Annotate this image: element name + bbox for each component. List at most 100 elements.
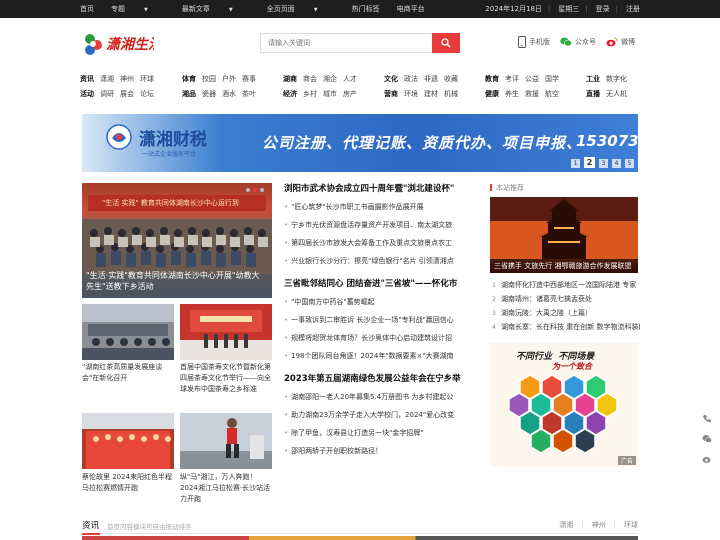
- register-link[interactable]: 注册: [626, 4, 640, 14]
- news-item-link[interactable]: 宁乡市光伏资源盘活存量资产开发项目、南太湖文旅: [284, 216, 474, 234]
- recommend-item[interactable]: 3 湖南沅陵：大禹之陵（上篇）: [490, 306, 640, 320]
- section-tab[interactable]: 潇湘: [559, 520, 573, 530]
- category-link[interactable]: 建材: [424, 89, 438, 99]
- search-button[interactable]: [432, 33, 460, 53]
- top-nav-all-pages[interactable]: 全页页面 ▼: [267, 4, 335, 14]
- banner-page-button[interactable]: 4: [612, 159, 621, 168]
- thumb-image-marathon-xiangjiang[interactable]: [180, 413, 272, 469]
- site-logo[interactable]: 潇湘生活: [82, 30, 164, 58]
- slider-caption[interactable]: "生活·实践"教育共同体湖南长沙中心开展"幼教大先生"送教下乡活动: [86, 270, 266, 292]
- category-heading[interactable]: 教育: [485, 74, 499, 84]
- category-link[interactable]: 人才: [343, 74, 357, 84]
- category-link[interactable]: 湘企: [323, 74, 337, 84]
- top-nav-latest[interactable]: 最新文章 ▼: [182, 4, 250, 14]
- banner-ad[interactable]: 潇湘财税 一站式企业服务平台 公司注册、代理记账、资质代办、项目申报、法务咨询一…: [82, 114, 638, 172]
- category-link[interactable]: 机械: [444, 89, 458, 99]
- category-link[interactable]: 政法: [404, 74, 418, 84]
- thumb-image-tea-festival[interactable]: [180, 304, 272, 360]
- category-heading[interactable]: 体育: [182, 74, 196, 84]
- top-nav-ecommerce[interactable]: 电商平台: [397, 4, 425, 14]
- category-heading[interactable]: 经济: [283, 89, 297, 99]
- category-link[interactable]: 环球: [140, 74, 154, 84]
- category-link[interactable]: 环境: [404, 89, 418, 99]
- thumb-caption[interactable]: 纵"马"湘江，万人奔跑！2024湘江马拉松赛·长沙站活力开跑: [180, 472, 274, 505]
- thumb-caption[interactable]: 蔡伦故里 2024耒阳红色半程马拉松赛燃情开跑: [82, 472, 176, 494]
- category-link[interactable]: 公益: [525, 74, 539, 84]
- category-link[interactable]: 救援: [525, 89, 539, 99]
- category-heading[interactable]: 健康: [485, 89, 499, 99]
- category-heading[interactable]: 湖商: [283, 74, 297, 84]
- mobile-version-link[interactable]: 手机版: [518, 36, 550, 48]
- side-ad[interactable]: 不同行业 不同场景 为一个致合 广告: [490, 343, 638, 467]
- recommend-item[interactable]: 2 湖南靖州：诸葛亮七擒孟获处: [490, 292, 640, 306]
- news-item-link[interactable]: 兴业银行长沙分行：擦亮"绿色银行"名片 引领潇湘点: [284, 252, 474, 270]
- headline-link[interactable]: 2023年第五届湖南绿色发展公益年会在宁乡举: [284, 370, 474, 388]
- news-item-link[interactable]: 助力湖南23万余学子走入大学校门，2024"爱心改变: [284, 406, 474, 424]
- slider-dot-active[interactable]: [253, 188, 257, 192]
- category-link[interactable]: 酒水: [222, 89, 236, 99]
- news-item-link[interactable]: 一事致诉到二审胜诉 长沙企业一场"专利战"赢回信心: [284, 311, 474, 329]
- category-link[interactable]: 养生: [505, 89, 519, 99]
- recommend-item[interactable]: 4 湖南长寨：长在科技 重在创新 数字物流科装即: [490, 320, 640, 334]
- category-link[interactable]: 考评: [505, 74, 519, 84]
- section-tab[interactable]: 环球: [624, 520, 638, 530]
- thumb-image-tea-forum[interactable]: [82, 304, 174, 360]
- category-heading[interactable]: 资讯: [80, 74, 94, 84]
- top-nav-home[interactable]: 首页: [80, 4, 94, 14]
- category-link[interactable]: 茶叶: [242, 89, 256, 99]
- banner-page-button[interactable]: 3: [599, 159, 608, 168]
- news-slider[interactable]: "生活 实践" 教育共同体湖南长沙中心运行到 "生活·实践"教育共同体湖南长沙中…: [82, 183, 272, 298]
- wechat-link[interactable]: 公众号: [560, 37, 596, 47]
- float-wechat-button[interactable]: [700, 432, 714, 446]
- login-link[interactable]: 登录: [596, 4, 610, 14]
- headline-link[interactable]: 三省毗邻结同心 团结奋进"三省坡"——怀化市: [284, 275, 474, 293]
- category-link[interactable]: 校园: [202, 74, 216, 84]
- category-link[interactable]: 非遗: [424, 74, 438, 84]
- recommend-item[interactable]: 1 湖南怀化打造中西部地区一流国际陆港 专家: [490, 278, 640, 292]
- category-heading[interactable]: 湘品: [182, 89, 196, 99]
- float-phone-button[interactable]: [700, 412, 714, 426]
- top-nav-topics[interactable]: 专题 ▼: [111, 4, 165, 14]
- category-heading[interactable]: 文化: [384, 74, 398, 84]
- weibo-link[interactable]: 微博: [606, 37, 635, 47]
- thumb-caption[interactable]: 首届中国茶寿文化节暨新化第四届茶寿文化节举行——向全球发布中国茶寿之乡标准: [180, 362, 274, 395]
- category-link[interactable]: 调研: [100, 89, 114, 99]
- category-link[interactable]: 展会: [120, 89, 134, 99]
- news-item-link[interactable]: 邵阳两轿子开创职校新路径！: [284, 442, 474, 460]
- slider-dot[interactable]: [260, 188, 264, 192]
- category-link[interactable]: 赛事: [242, 74, 256, 84]
- banner-page-button[interactable]: 5: [625, 159, 634, 168]
- category-link[interactable]: 神州: [120, 74, 134, 84]
- category-link[interactable]: 数字化: [606, 74, 627, 84]
- category-heading[interactable]: 营商: [384, 89, 398, 99]
- category-link[interactable]: 户外: [222, 74, 236, 84]
- recommend-feature-image[interactable]: 三省携手 文旅先行 湘鄂赣旅游合作发展联盟: [490, 197, 638, 273]
- search-input[interactable]: [261, 34, 432, 52]
- section-tab[interactable]: 神州: [592, 520, 606, 530]
- news-item-link[interactable]: 除了甲鱼，汉寿县让打造另一块"金字招牌": [284, 424, 474, 442]
- banner-page-button-active[interactable]: 2: [584, 157, 595, 168]
- category-link[interactable]: 论坛: [140, 89, 154, 99]
- news-item-link[interactable]: 湖南邵阳一老人20年募集5.4万册图书 为乡村建起公: [284, 388, 474, 406]
- category-link[interactable]: 国学: [545, 74, 559, 84]
- thumb-caption[interactable]: "湖南红茶高质量发展座谈会"在新化召开: [82, 362, 176, 384]
- category-link[interactable]: 商会: [303, 74, 317, 84]
- news-item-link[interactable]: 规模将超贺龙体育场？长沙奥体中心启动建筑设计招: [284, 329, 474, 347]
- headline-link[interactable]: 浏阳市武术协会成立四十周年暨"浏北建设杯": [284, 180, 474, 198]
- news-item-link[interactable]: 198个团队同台角逐！2024年"数据要素×"大赛湖南: [284, 347, 474, 365]
- float-weibo-button[interactable]: [700, 452, 714, 466]
- category-heading[interactable]: 工业: [586, 74, 600, 84]
- category-heading[interactable]: 直播: [586, 89, 600, 99]
- thumb-image-marathon-leiyang[interactable]: [82, 413, 174, 469]
- category-link[interactable]: 房产: [343, 89, 357, 99]
- category-heading[interactable]: 活动: [80, 89, 94, 99]
- category-link[interactable]: 无人机: [606, 89, 627, 99]
- news-item-link[interactable]: "匠心筑梦"长沙市职工书画摄影作品展开展: [284, 198, 474, 216]
- category-link[interactable]: 乡村: [303, 89, 317, 99]
- top-nav-hot-tags[interactable]: 热门标签: [352, 4, 380, 14]
- category-link[interactable]: 航空: [545, 89, 559, 99]
- banner-page-button[interactable]: 1: [571, 159, 580, 168]
- category-link[interactable]: 城市: [323, 89, 337, 99]
- news-item-link[interactable]: "中国南方中药谷"蓄势崛起: [284, 293, 474, 311]
- news-item-link[interactable]: 第四届长沙市旅发大会筹备工作及重点文旅景点农工: [284, 234, 474, 252]
